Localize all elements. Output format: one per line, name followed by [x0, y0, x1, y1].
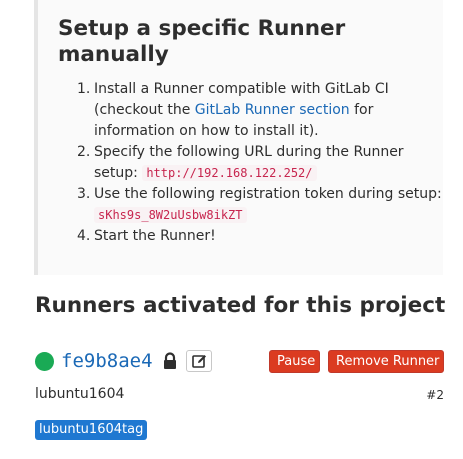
- setup-step-url: 2. Specify the following URL during the …: [38, 142, 443, 184]
- runner-id: #2: [426, 388, 444, 402]
- step-text: Use the following registration token dur…: [94, 186, 442, 202]
- step-number: 3.: [77, 186, 91, 202]
- step-number: 1.: [77, 81, 91, 97]
- step-number: 4.: [77, 228, 91, 244]
- runner-description: lubuntu1604: [35, 386, 125, 402]
- step-number: 2.: [77, 144, 91, 160]
- runner-token-link[interactable]: fe9b8ae4: [61, 349, 153, 373]
- edit-icon: [192, 355, 206, 368]
- gitlab-runner-section-link[interactable]: GitLab Runner section: [195, 102, 350, 118]
- runner-tag: lubuntu1604tag: [35, 420, 148, 440]
- pause-runner-button[interactable]: Pause: [269, 350, 320, 373]
- runner-item: fe9b8ae4 Pause Remove Runner: [35, 349, 444, 375]
- setup-step-token: 3. Use the following registration token …: [38, 184, 443, 226]
- coordinator-url: http://192.168.122.252/: [142, 165, 317, 181]
- registration-token: sKhs9s_8W2uUsbw8ikZT: [94, 207, 247, 223]
- setup-runner-panel: Setup a specific Runner manually 1. Inst…: [34, 0, 443, 275]
- activated-runners-title: Runners activated for this project: [35, 293, 446, 318]
- setup-runner-title: Setup a specific Runner manually: [58, 16, 346, 67]
- runner-status-icon: [35, 352, 54, 371]
- lock-icon: [162, 352, 178, 370]
- edit-runner-button[interactable]: [186, 350, 212, 372]
- remove-runner-button[interactable]: Remove Runner: [328, 350, 444, 373]
- step-text: Start the Runner!: [94, 228, 216, 244]
- runners-settings-page: Setup a specific Runner manually 1. Inst…: [0, 0, 463, 459]
- setup-step-install: 1. Install a Runner compatible with GitL…: [38, 79, 443, 142]
- setup-steps-list: 1. Install a Runner compatible with GitL…: [38, 79, 443, 247]
- setup-step-start: 4. Start the Runner!: [38, 226, 443, 247]
